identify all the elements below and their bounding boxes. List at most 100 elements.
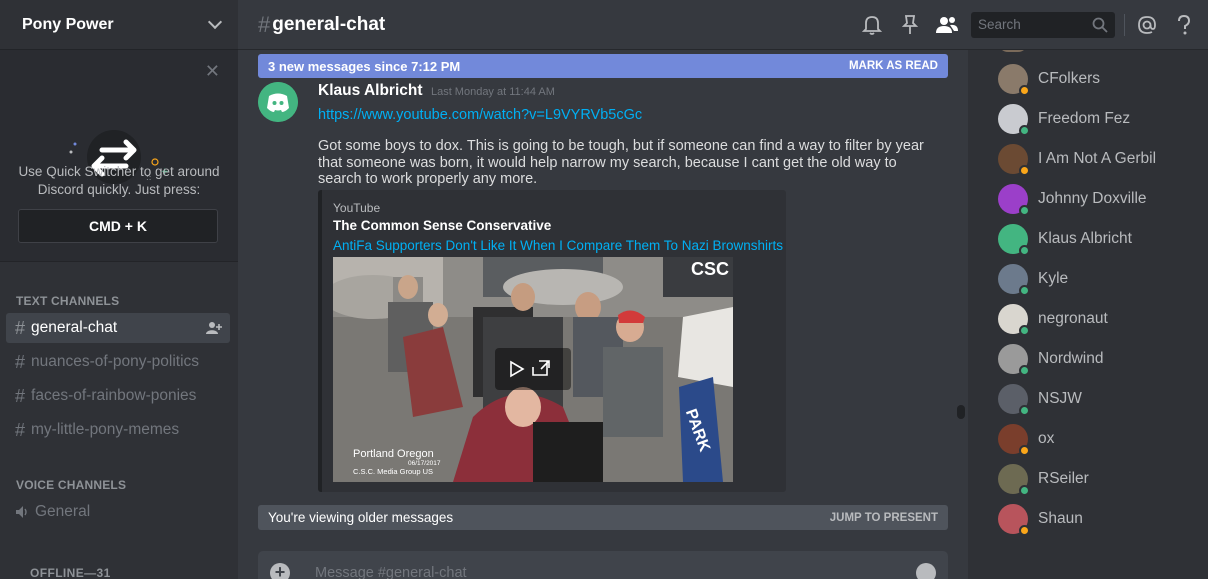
- message: Klaus Albricht Last Monday at 11:44 AM h…: [318, 82, 938, 188]
- avatar: [998, 264, 1030, 296]
- chat-scrollbar-thumb[interactable]: [957, 405, 965, 419]
- status-indicator-idle: [1019, 525, 1030, 536]
- voice-channels-category[interactable]: VOICE CHANNELS: [16, 478, 126, 492]
- quick-switcher-shortcut[interactable]: CMD + K: [18, 209, 218, 243]
- member-item[interactable]: Johnny Doxville: [998, 183, 1147, 216]
- status-indicator-online: [1019, 125, 1030, 136]
- channel-general-chat[interactable]: # general-chat: [6, 313, 230, 343]
- channel-nuances-of-pony-politics[interactable]: # nuances-of-pony-politics: [6, 347, 230, 377]
- message-input[interactable]: Message #general-chat: [315, 565, 467, 579]
- avatar: [998, 384, 1030, 416]
- member-name: Johnny Doxville: [1038, 190, 1147, 207]
- new-messages-bar[interactable]: 3 new messages since 7:12 PM MARK AS REA…: [258, 54, 948, 78]
- mention-icon[interactable]: [1137, 14, 1157, 36]
- emoji-icon[interactable]: [916, 563, 936, 579]
- older-messages-bar[interactable]: You're viewing older messages JUMP TO PR…: [258, 505, 948, 530]
- csc-watermark: CSC: [691, 259, 729, 279]
- channel-name: nuances-of-pony-politics: [31, 353, 200, 370]
- avatar: [998, 144, 1030, 176]
- member-item[interactable]: Kyle: [998, 263, 1069, 296]
- member-item[interactable]: Nordwind: [998, 343, 1103, 376]
- status-indicator-idle: [1019, 165, 1030, 176]
- status-indicator-online: [1019, 245, 1030, 256]
- channel-name: General: [35, 503, 91, 520]
- avatar: [998, 50, 1028, 52]
- status-indicator-online: [1019, 405, 1030, 416]
- embed-title[interactable]: AntiFa Supporters Don't Like It When I C…: [333, 238, 783, 253]
- avatar: [998, 344, 1030, 376]
- video-thumbnail[interactable]: PARK CSC Portland Oregon 06/17/2017 C.S.…: [333, 257, 733, 482]
- channel-faces-of-rainbow-ponies[interactable]: # faces-of-rainbow-ponies: [6, 381, 230, 411]
- text-channel-icon: #: [15, 351, 26, 372]
- member-name: RSeiler: [1038, 470, 1089, 487]
- embed-author[interactable]: The Common Sense Conservative: [333, 218, 551, 233]
- member-item[interactable]: negronaut: [998, 303, 1108, 336]
- upload-plus-icon[interactable]: +: [270, 563, 290, 579]
- older-messages-text: You're viewing older messages: [268, 510, 454, 525]
- member-name: Freedom Fez: [1038, 110, 1131, 127]
- server-name: Pony Power: [22, 15, 114, 33]
- member-name: CFolkers: [1038, 70, 1101, 87]
- new-messages-text: 3 new messages since 7:12 PM: [268, 58, 461, 74]
- channel-name: my-little-pony-memes: [31, 421, 180, 438]
- avatar: [998, 64, 1030, 96]
- avatar: [998, 304, 1030, 336]
- member-item[interactable]: RSeiler: [998, 463, 1089, 496]
- video-still-image: PARK CSC Portland Oregon 06/17/2017 C.S.…: [333, 257, 733, 482]
- message-composer[interactable]: + Message #general-chat: [258, 551, 948, 579]
- member-name: Kyle: [1038, 270, 1069, 287]
- channel-my-little-pony-memes[interactable]: # my-little-pony-memes: [6, 415, 230, 445]
- channel-name: general-chat: [31, 319, 118, 336]
- youtube-embed: YouTube The Common Sense Conservative An…: [318, 190, 786, 492]
- avatar: [998, 424, 1030, 456]
- avatar: [998, 104, 1030, 136]
- status-indicator-online: [1019, 485, 1030, 496]
- chevron-down-icon[interactable]: [207, 14, 223, 30]
- video-caption-date: 06/17/2017: [408, 460, 441, 467]
- member-item[interactable]: I Am Not A Gerbil: [998, 143, 1156, 176]
- member-name: Klaus Albricht: [1038, 230, 1132, 247]
- mark-as-read-button[interactable]: MARK AS READ: [849, 60, 938, 72]
- member-item[interactable]: Klaus Albricht: [998, 223, 1132, 256]
- member-name: Shaun: [1038, 510, 1083, 527]
- message-timestamp: Last Monday at 11:44 AM: [430, 86, 555, 98]
- quick-switcher-text: Use Quick Switcher to get around Discord…: [18, 164, 220, 197]
- avatar: [998, 224, 1030, 256]
- message-link[interactable]: https://www.youtube.com/watch?v=L9VYRVb5…: [318, 107, 938, 123]
- text-channel-icon: #: [15, 385, 26, 406]
- avatar: [998, 504, 1030, 536]
- status-indicator-online: [1019, 285, 1030, 296]
- status-indicator-online: [1019, 365, 1030, 376]
- member-item[interactable]: Freedom Fez: [998, 103, 1131, 136]
- avatar[interactable]: [258, 82, 298, 122]
- help-icon[interactable]: [1176, 14, 1192, 36]
- status-indicator-idle: [1019, 85, 1030, 96]
- member-item[interactable]: NSJW: [998, 383, 1082, 416]
- avatar: [998, 464, 1030, 496]
- search-icon[interactable]: [1092, 17, 1108, 33]
- member-item[interactable]: ox: [998, 423, 1054, 456]
- text-channel-icon: #: [15, 317, 26, 338]
- channel-sidebar: Pony Power ✕ + :: Use Quick Switcher to …: [0, 0, 238, 579]
- member-name: negronaut: [1038, 310, 1108, 327]
- member-item[interactable]: Shaun: [998, 503, 1083, 536]
- message-author[interactable]: Klaus Albricht: [318, 82, 423, 99]
- channel-name: faces-of-rainbow-ponies: [31, 387, 197, 404]
- video-caption-credit: C.S.C. Media Group US: [353, 467, 433, 476]
- status-indicator-online: [1019, 205, 1030, 216]
- pin-icon[interactable]: [900, 14, 920, 36]
- text-channel-icon: #: [15, 419, 26, 440]
- bell-icon[interactable]: [862, 14, 882, 36]
- chat-area: # general-chat 3 new messages since 7:12…: [238, 0, 968, 579]
- voice-channel-general[interactable]: General: [6, 497, 230, 527]
- header-divider: [1124, 14, 1125, 36]
- jump-to-present-button[interactable]: JUMP TO PRESENT: [830, 512, 938, 524]
- text-channels-category[interactable]: TEXT CHANNELS: [16, 294, 119, 308]
- member-name: NSJW: [1038, 390, 1082, 407]
- server-header[interactable]: Pony Power: [0, 0, 238, 50]
- close-icon[interactable]: ✕: [205, 62, 220, 80]
- embed-provider: YouTube: [333, 201, 381, 215]
- member-item[interactable]: CFolkers: [998, 63, 1101, 96]
- create-invite-icon[interactable]: [206, 321, 222, 335]
- members-icon[interactable]: [935, 14, 959, 36]
